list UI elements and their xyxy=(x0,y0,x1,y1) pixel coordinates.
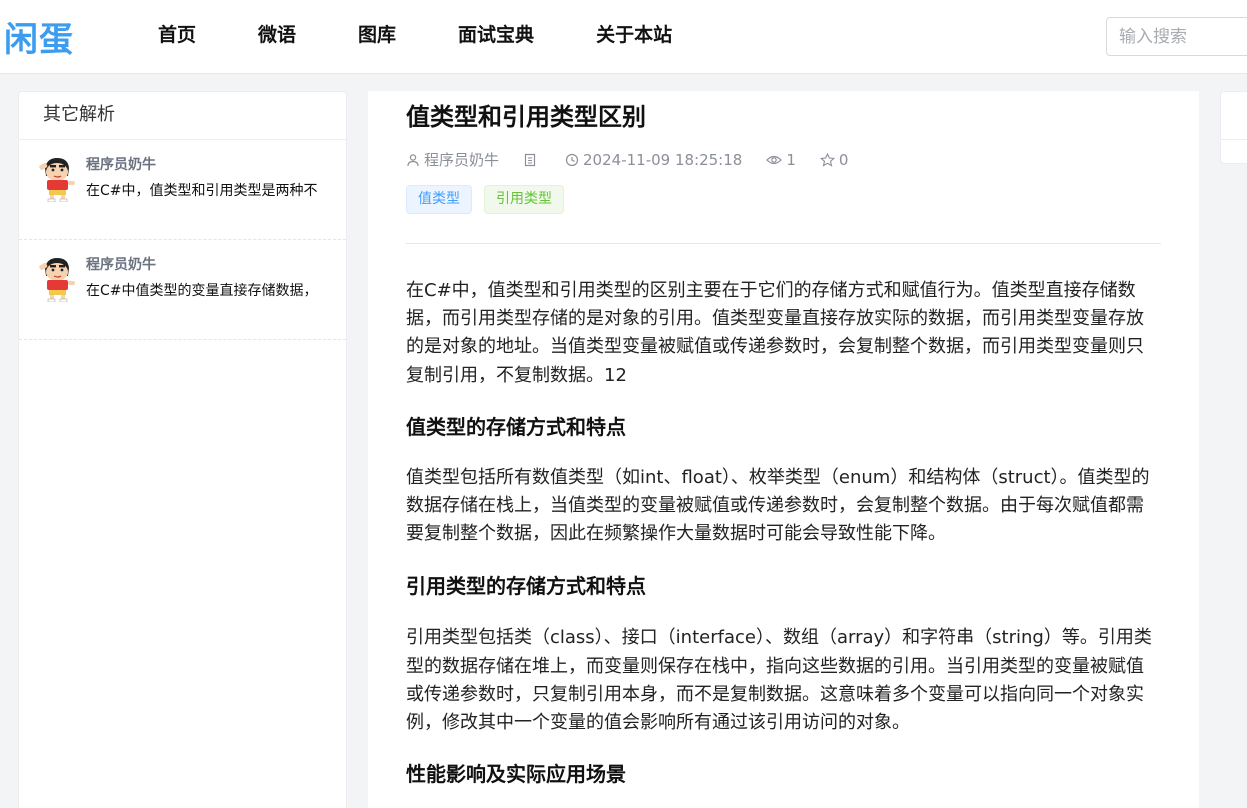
site-logo[interactable]: 闲蛋 xyxy=(4,12,74,61)
article-paragraph: 在C#中，值类型和引用类型的区别主要在于它们的存储方式和赋值行为。值类型直接存储… xyxy=(406,280,1144,386)
nav-interview-guide[interactable]: 面试宝典 xyxy=(458,20,534,47)
article-body: 在C#中，值类型和引用类型的区别主要在于它们的存储方式和赋值行为。值类型直接存储… xyxy=(406,277,1161,788)
nav-gallery[interactable]: 图库 xyxy=(358,20,396,47)
section-heading: 性能影响及实际应用场景 xyxy=(406,762,626,787)
item-author: 程序员奶牛 xyxy=(86,157,156,173)
right-panel xyxy=(1220,91,1247,164)
list-item[interactable]: 程序员奶牛 在C#中，值类型和引用类型是两种不 xyxy=(19,140,346,240)
meta-author: 程序员奶牛 xyxy=(406,149,499,170)
site-header: 闲蛋 首页 微语 图库 面试宝典 关于本站 xyxy=(0,0,1247,74)
divider xyxy=(406,243,1161,244)
article-panel: 值类型和引用类型区别 程序员奶牛 2024-11-09 18:25:18 1 0… xyxy=(368,91,1199,808)
meta-datetime-text: 2024-11-09 18:25:18 xyxy=(583,150,743,169)
tag-list: 值类型 引用类型 xyxy=(406,185,576,214)
item-author: 程序员奶牛 xyxy=(86,257,156,273)
related-panel: 其它解析 程序员奶牛 在C#中，值类型和引用类型是两种不 程序员奶牛 在C#中值… xyxy=(18,91,347,808)
meta-author-name[interactable]: 程序员奶牛 xyxy=(424,149,499,170)
document-icon[interactable] xyxy=(523,153,537,167)
meta-category xyxy=(523,153,541,167)
meta-stars[interactable]: 0 xyxy=(819,150,849,169)
list-item[interactable]: 程序员奶牛 在C#中值类型的变量直接存储数据， xyxy=(19,240,346,340)
nav-home[interactable]: 首页 xyxy=(158,20,196,47)
clock-icon xyxy=(565,153,579,166)
article-paragraph: 引用类型包括类（class）、接口（interface）、数组（array）和字… xyxy=(406,627,1152,734)
user-icon xyxy=(407,153,419,166)
eye-icon xyxy=(766,155,783,164)
meta-views-count: 1 xyxy=(786,150,796,169)
avatar xyxy=(39,258,75,302)
avatar xyxy=(39,158,75,202)
article-meta: 程序员奶牛 2024-11-09 18:25:18 1 0 xyxy=(406,149,872,170)
meta-views: 1 xyxy=(766,151,796,169)
tag-reference-type[interactable]: 引用类型 xyxy=(484,185,564,214)
section-heading: 引用类型的存储方式和特点 xyxy=(406,574,646,599)
meta-datetime: 2024-11-09 18:25:18 xyxy=(565,151,742,169)
article-title: 值类型和引用类型区别 xyxy=(406,103,646,131)
nav-micro-posts[interactable]: 微语 xyxy=(258,20,296,47)
star-icon[interactable] xyxy=(819,152,835,167)
article-paragraph: 值类型包括所有数值类型（如int、float）、枚举类型（enum）和结构体（s… xyxy=(406,466,1150,545)
divider xyxy=(1221,139,1247,140)
section-heading: 值类型的存储方式和特点 xyxy=(406,414,626,439)
nav-about[interactable]: 关于本站 xyxy=(596,20,672,47)
search-input[interactable] xyxy=(1106,17,1247,56)
main-nav: 首页 微语 图库 面试宝典 关于本站 xyxy=(158,20,734,47)
tag-value-type[interactable]: 值类型 xyxy=(406,185,472,214)
item-summary: 在C#中，值类型和引用类型是两种不 xyxy=(86,183,318,199)
item-summary: 在C#中值类型的变量直接存储数据， xyxy=(86,283,318,299)
related-panel-title: 其它解析 xyxy=(19,92,346,140)
meta-stars-count: 0 xyxy=(838,150,849,169)
